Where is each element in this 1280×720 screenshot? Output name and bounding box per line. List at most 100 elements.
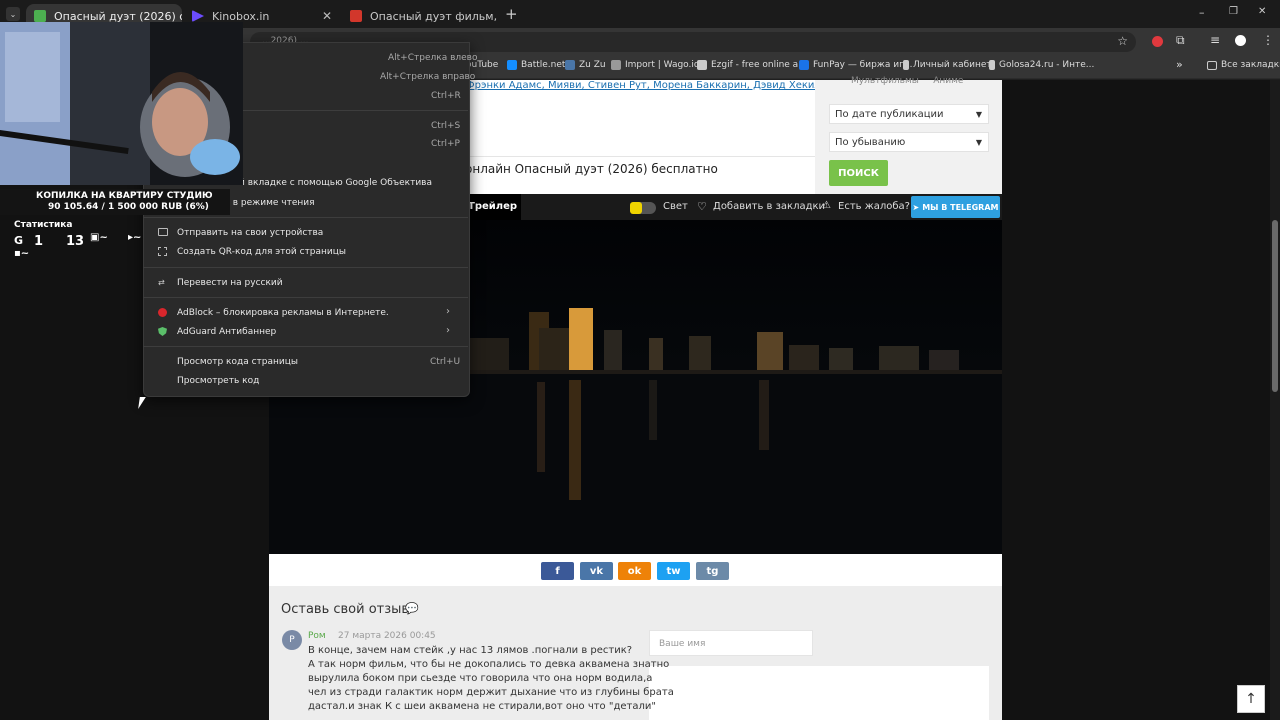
telegram-icon: tg [706, 565, 719, 577]
menu-kebab-icon[interactable]: ⋮ [1262, 33, 1274, 47]
facebook-share-button[interactable]: f [541, 562, 574, 580]
stat-value-b: 13 [66, 234, 85, 249]
google-stat-icon: G [14, 234, 24, 247]
menu-separator [143, 346, 468, 347]
vk-icon [565, 60, 575, 70]
light-toggle[interactable] [630, 202, 656, 214]
menu-view-source-shortcut: Ctrl+U [430, 357, 461, 367]
tab-title: Опасный дуэт (2026) смотр [54, 9, 182, 23]
cabinet-icon [903, 60, 909, 70]
dropdown-arrow-icon: ▼ [975, 137, 982, 147]
sort-select[interactable]: По дате публикации ▼ [829, 104, 989, 124]
menu-forward-shortcut: Alt+Стрелка вправо [380, 72, 476, 82]
tab-favicon [34, 10, 46, 22]
facebook-icon: f [555, 565, 560, 577]
bookmark-item[interactable]: Ezgif - free online a... [697, 60, 807, 70]
menu-separator [143, 267, 468, 268]
light-label: Свет [663, 201, 688, 212]
twitter-share-button[interactable]: tw [657, 562, 690, 580]
qr-code-icon [158, 247, 167, 256]
warning-icon: ⚠ [822, 200, 831, 211]
menu-item-send-devices[interactable]: Отправить на свои устройства [177, 228, 323, 238]
menu-separator [143, 297, 468, 298]
bookmarks-overflow-button[interactable]: » [1176, 58, 1183, 71]
ok-share-button[interactable]: ok [618, 562, 651, 580]
trailer-tab[interactable]: Трейлер [468, 201, 517, 212]
menu-separator [143, 217, 468, 218]
close-window-button[interactable]: ✕ [1258, 6, 1266, 17]
wago-icon [611, 60, 621, 70]
dropdown-arrow-icon: ▼ [975, 109, 982, 119]
odnoklassniki-icon: ok [627, 565, 642, 577]
twitter-icon: tw [666, 565, 681, 577]
comment-line: дастал.и знак К с шеи аквамена не стирал… [308, 701, 656, 712]
star-icon[interactable]: ☆ [1117, 34, 1128, 48]
tab-film-info[interactable]: Опасный дуэт фильм, 2026, д ✕ [342, 4, 498, 28]
menu-item-translate[interactable]: Перевести на русский [177, 278, 283, 288]
scrollbar-track[interactable] [1270, 80, 1280, 720]
submenu-chevron-icon: › [446, 306, 450, 317]
menu-item-adblock[interactable]: AdBlock – блокировка рекламы в Интернете… [177, 308, 389, 318]
webcam-overlay [0, 22, 243, 185]
extensions-icon[interactable]: ⧉ [1176, 33, 1185, 48]
stat-value-a: 1 [34, 234, 44, 249]
reviews-heading: Оставь свой отзыв [281, 602, 410, 617]
stats-title: Статистика [14, 220, 73, 230]
menu-item-adguard[interactable]: AdGuard Антибаннер [177, 327, 276, 337]
close-tab-icon[interactable]: ✕ [322, 9, 332, 23]
avatar: Р [282, 630, 302, 650]
category-radios[interactable]: Мультфильмы Аниме [851, 76, 963, 86]
tab-favicon [192, 10, 204, 22]
search-button[interactable]: ПОИСК [829, 160, 888, 186]
complaint-link[interactable]: Есть жалоба? [838, 201, 910, 212]
bookmark-item[interactable]: Golosa24.ru - Инте... [989, 60, 1094, 70]
bookmark-item[interactable]: Личный кабинет [903, 60, 992, 70]
ezgif-icon [697, 60, 707, 70]
webcam-frame [0, 22, 243, 185]
battlenet-icon [507, 60, 517, 70]
cast-links[interactable]: Фрэнки Адамс, Мияви, Стивен Рут, Морена … [466, 80, 863, 91]
devices-icon [158, 228, 168, 236]
menu-reload-shortcut: Ctrl+R [431, 91, 461, 101]
golosa-icon [989, 60, 995, 70]
adblock-icon [158, 308, 167, 317]
order-select[interactable]: По убыванию ▼ [829, 132, 989, 152]
bookmark-item[interactable]: Battle.net [507, 60, 565, 70]
minimize-button[interactable]: – [1199, 6, 1205, 19]
telegram-share-button[interactable]: tg [696, 562, 729, 580]
menu-print-shortcut: Ctrl+P [431, 139, 460, 149]
menu-item-qr-code[interactable]: Создать QR-код для этой страницы [177, 247, 346, 257]
bookmark-item[interactable]: Import | Wago.io [611, 60, 699, 70]
donation-title: КОПИЛКА НА КВАРТИРУ СТУДИЮ [36, 191, 213, 201]
comment-line: А так норм фильм, что бы не докопались т… [308, 659, 670, 670]
watch-title: онлайн Опасный дуэт (2026) бесплатно [465, 162, 718, 176]
restore-button[interactable]: ❐ [1229, 6, 1238, 17]
chat-stat-icon: ▣~ [90, 232, 108, 243]
youtube-stat-icon: ▪~ [14, 248, 30, 259]
vk-icon: vk [589, 565, 604, 577]
viewer-stat-icon: ▸~ [128, 232, 142, 243]
telegram-button[interactable]: ➤ МЫ В TELEGRAM [911, 196, 1000, 218]
tab-search-button[interactable]: ⌄ [6, 7, 20, 21]
telegram-icon: ➤ [912, 202, 920, 212]
all-bookmarks-button[interactable]: Все закладки [1207, 60, 1280, 70]
vk-share-button[interactable]: vk [580, 562, 613, 580]
comment-line: чел из стради галактик норм держит дыхан… [308, 687, 674, 698]
name-input[interactable]: Ваше имя [649, 630, 813, 656]
comment-line: В конце, зачем нам стейк ,у нас 13 лямов… [308, 645, 633, 656]
scrollbar-thumb[interactable] [1272, 220, 1278, 392]
menu-item-inspect[interactable]: Просмотреть код [177, 376, 259, 386]
new-tab-button[interactable]: + [505, 5, 518, 23]
review-textarea[interactable] [649, 666, 989, 720]
bookmark-item[interactable]: Zu Zu [565, 60, 606, 70]
add-bookmark-link[interactable]: Добавить в закладки [713, 201, 825, 212]
bookmark-item[interactable]: FunPay — биржа иг... [799, 60, 912, 70]
comment-line: вырулила боком при сьезде что говорила ч… [308, 673, 653, 684]
adblock-extension-icon[interactable] [1152, 36, 1163, 47]
media-control-icon[interactable]: ≡ [1210, 33, 1220, 47]
profile-icon[interactable] [1235, 35, 1246, 46]
scroll-top-button[interactable]: ↑ [1237, 685, 1265, 713]
comment-author[interactable]: Ром [308, 631, 326, 641]
menu-item-view-source[interactable]: Просмотр кода страницы [177, 357, 298, 367]
tab-title: Опасный дуэт фильм, 2026, д [370, 9, 498, 23]
